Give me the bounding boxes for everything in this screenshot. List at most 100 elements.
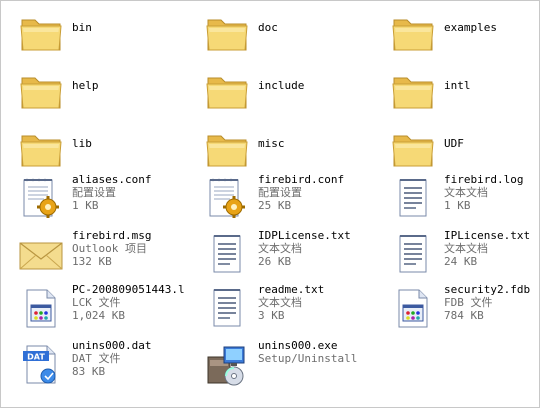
file-item[interactable]: help <box>6 64 186 120</box>
file-name: readme.txt <box>258 283 325 296</box>
file-name: firebird.conf <box>258 173 345 186</box>
file-size: 1 KB <box>444 199 471 212</box>
file-name: include <box>258 79 305 92</box>
file-item-text: doc <box>258 21 370 34</box>
folder-icon <box>390 10 436 54</box>
folder-icon <box>204 68 250 112</box>
folder-icon <box>18 10 64 54</box>
file-name: examples <box>444 21 497 34</box>
file-name: firebird.msg <box>72 229 152 242</box>
file-item[interactable]: bin <box>6 6 186 62</box>
file-item[interactable]: UDF <box>378 122 540 178</box>
file-size: 83 KB <box>72 365 106 378</box>
file-item-text: firebird.conf 配置设置 25 KB <box>258 173 370 212</box>
file-item-text: unins000.exe Setup/Uninstall <box>258 339 370 365</box>
file-name: intl <box>444 79 471 92</box>
file-item[interactable]: firebird.conf 配置设置 25 KB <box>192 173 372 229</box>
file-name: help <box>72 79 99 92</box>
file-size: 784 KB <box>444 309 484 322</box>
file-item[interactable]: readme.txt 文本文档 3 KB <box>192 283 372 339</box>
file-name: unins000.dat <box>72 339 152 352</box>
folder-icon <box>390 126 436 170</box>
file-item-text: unins000.dat DAT 文件 83 KB <box>72 339 184 378</box>
file-item-text: readme.txt 文本文档 3 KB <box>258 283 370 322</box>
file-item-text: help <box>72 79 184 92</box>
text-document-icon <box>204 287 250 331</box>
config-settings-icon <box>204 177 250 221</box>
file-item[interactable]: security2.fdb FDB 文件 784 KB <box>378 283 540 339</box>
file-name: IDPLicense.txt <box>258 229 351 242</box>
generic-file-icon <box>18 287 64 331</box>
file-name: PC-200809051443.lck <box>72 283 184 296</box>
file-item-text: examples <box>444 21 540 34</box>
file-item[interactable]: IPLicense.txt 文本文档 24 KB <box>378 229 540 285</box>
file-item-text: firebird.msg Outlook 项目 132 KB <box>72 229 184 268</box>
file-item-text: PC-200809051443.lckLCK 文件1,024 KB <box>72 283 184 322</box>
file-name: IPLicense.txt <box>444 229 531 242</box>
file-item-text: UDF <box>444 137 540 150</box>
file-item[interactable]: lib <box>6 122 186 178</box>
folder-icon <box>18 126 64 170</box>
file-item[interactable]: intl <box>378 64 540 120</box>
file-item[interactable]: firebird.msg Outlook 项目 132 KB <box>6 229 186 285</box>
file-item[interactable]: examples <box>378 6 540 62</box>
file-name: UDF <box>444 137 464 150</box>
file-name: aliases.conf <box>72 173 152 186</box>
file-type: 配置设置 <box>258 186 302 199</box>
file-name: security2.fdb <box>444 283 531 296</box>
text-document-icon <box>204 233 250 277</box>
file-size: 3 KB <box>258 309 285 322</box>
file-item-text: firebird.log 文本文档 1 KB <box>444 173 540 212</box>
svg-text:DAT: DAT <box>27 353 45 362</box>
file-type: 文本文档 <box>258 242 302 255</box>
file-item[interactable]: include <box>192 64 372 120</box>
file-type: DAT 文件 <box>72 352 121 365</box>
file-item-text: intl <box>444 79 540 92</box>
file-size: 132 KB <box>72 255 112 268</box>
file-item-text: IPLicense.txt 文本文档 24 KB <box>444 229 540 268</box>
file-type: 文本文档 <box>444 242 488 255</box>
folder-icon <box>204 10 250 54</box>
file-item-text: lib <box>72 137 184 150</box>
file-item[interactable]: aliases.conf 配置设置 1 KB <box>6 173 186 229</box>
file-type: 文本文档 <box>444 186 488 199</box>
file-size: 1 KB <box>72 199 99 212</box>
config-settings-icon <box>18 177 64 221</box>
file-size: 25 KB <box>258 199 292 212</box>
file-item[interactable]: PC-200809051443.lckLCK 文件1,024 KB <box>6 283 186 339</box>
file-type: Outlook 项目 <box>72 242 147 255</box>
file-type: FDB 文件 <box>444 296 493 309</box>
folder-icon <box>18 68 64 112</box>
file-type: LCK 文件 <box>72 296 121 309</box>
file-item-text: bin <box>72 21 184 34</box>
file-name: lib <box>72 137 92 150</box>
file-name: misc <box>258 137 285 150</box>
file-item-text: IDPLicense.txt 文本文档 26 KB <box>258 229 370 268</box>
file-name: doc <box>258 21 278 34</box>
file-name: bin <box>72 21 92 34</box>
text-document-icon <box>390 177 436 221</box>
folder-icon <box>204 126 250 170</box>
file-item-text: misc <box>258 137 370 150</box>
file-type: 文本文档 <box>258 296 302 309</box>
file-item[interactable]: DAT unins000.dat DAT 文件 83 KB <box>6 339 186 395</box>
file-name: firebird.log <box>444 173 524 186</box>
file-item-text: include <box>258 79 370 92</box>
file-size: 26 KB <box>258 255 292 268</box>
folder-icon <box>390 68 436 112</box>
file-item[interactable]: doc <box>192 6 372 62</box>
file-size: 24 KB <box>444 255 478 268</box>
file-size: 1,024 KB <box>72 309 125 322</box>
file-name: unins000.exe <box>258 339 338 352</box>
setup-installer-icon <box>204 343 250 387</box>
file-item[interactable]: unins000.exe Setup/Uninstall <box>192 339 372 395</box>
outlook-envelope-icon <box>18 233 64 277</box>
file-item[interactable]: IDPLicense.txt 文本文档 26 KB <box>192 229 372 285</box>
file-type: Setup/Uninstall <box>258 352 358 365</box>
generic-file-icon <box>390 287 436 331</box>
text-document-icon <box>390 233 436 277</box>
file-item[interactable]: firebird.log 文本文档 1 KB <box>378 173 540 229</box>
file-item-text: aliases.conf 配置设置 1 KB <box>72 173 184 212</box>
file-item-text: security2.fdb FDB 文件 784 KB <box>444 283 540 322</box>
file-item[interactable]: misc <box>192 122 372 178</box>
